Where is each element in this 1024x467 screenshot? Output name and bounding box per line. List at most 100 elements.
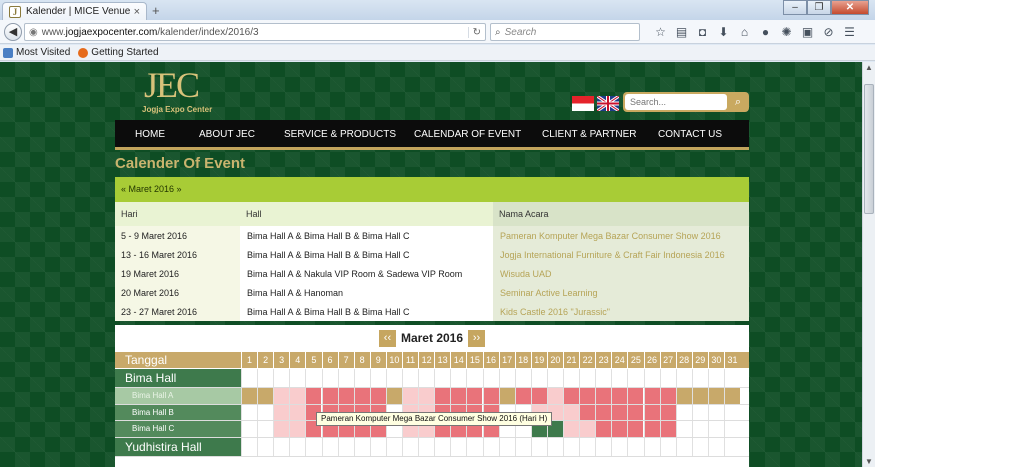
day-cell[interactable] [289, 404, 306, 420]
jec-logo[interactable]: JEC Jogja Expo Center [128, 67, 228, 117]
sync-icon[interactable]: ⊘ [818, 22, 839, 42]
close-tab-icon[interactable]: × [134, 6, 140, 18]
day-cell[interactable] [563, 388, 579, 404]
hall-label[interactable]: Bima Hall B [115, 404, 241, 420]
day-cell[interactable] [659, 404, 676, 420]
day-cell[interactable] [643, 404, 660, 420]
event-link[interactable]: Wisuda UAD [500, 269, 552, 279]
day-cell[interactable] [611, 421, 628, 437]
day-cell[interactable] [273, 421, 290, 437]
nav-contact-us[interactable]: CONTACT US [658, 129, 722, 140]
day-cell[interactable] [353, 388, 370, 404]
day-cell[interactable] [514, 388, 531, 404]
nav-home[interactable]: HOME [135, 129, 165, 140]
scroll-up-icon[interactable]: ▲ [865, 63, 873, 72]
day-cell[interactable] [289, 388, 306, 404]
site-identity-icon[interactable]: ◉ [29, 27, 38, 38]
star-icon[interactable]: ☆ [650, 22, 671, 42]
download-icon[interactable]: ⬇ [713, 22, 734, 42]
day-cell[interactable] [402, 388, 418, 404]
search-icon[interactable]: ⌕ [729, 94, 747, 110]
month-navigation[interactable]: « Maret 2016 » [115, 177, 749, 202]
addon-icon[interactable]: ✺ [776, 22, 797, 42]
day-cell[interactable] [337, 388, 354, 404]
day-cell[interactable] [579, 421, 596, 437]
tab-kalender[interactable]: J Kalender | MICE Venue × [2, 2, 147, 20]
day-cell[interactable] [611, 388, 628, 404]
minimize-button[interactable]: – [783, 0, 807, 15]
day-cell[interactable] [627, 388, 644, 404]
reading-list-icon[interactable]: ▤ [671, 22, 692, 42]
day-cell[interactable] [305, 388, 322, 404]
day-cell[interactable] [659, 421, 676, 437]
day-cell[interactable] [627, 421, 644, 437]
next-month-button[interactable]: ›› [468, 329, 486, 347]
day-cell[interactable] [498, 388, 515, 404]
hall-label[interactable]: Yudhistira Hall [115, 437, 241, 456]
vertical-scrollbar[interactable]: ▲ ▼ [862, 62, 875, 467]
close-window-button[interactable]: ✕ [831, 0, 869, 15]
day-cell[interactable] [530, 388, 547, 404]
day-cell[interactable] [691, 388, 708, 404]
nav-calendar-of-event[interactable]: CALENDAR OF EVENT [414, 129, 521, 140]
day-cell[interactable] [643, 388, 660, 404]
day-cell[interactable] [546, 388, 563, 404]
event-link[interactable]: Seminar Active Learning [500, 288, 598, 298]
day-cell[interactable] [563, 421, 579, 437]
nav-client-partner[interactable]: CLIENT & PARTNER [542, 129, 636, 140]
day-cell[interactable] [273, 404, 290, 420]
new-tab-button[interactable]: + [152, 3, 160, 18]
hall-label[interactable]: Bima Hall [115, 369, 241, 387]
toolbar-icon[interactable]: ▣ [797, 22, 818, 42]
hall-label[interactable]: Bima Hall C [115, 421, 241, 437]
day-cell[interactable] [595, 404, 612, 420]
indonesian-flag-icon[interactable] [572, 96, 594, 111]
day-cell[interactable] [724, 388, 740, 404]
chat-icon[interactable]: ● [755, 22, 776, 42]
home-icon[interactable]: ⌂ [734, 22, 755, 42]
day-cell[interactable] [385, 388, 402, 404]
url-text[interactable]: www.jogjaexpocenter.com/kalender/index/2… [42, 27, 468, 38]
day-cell[interactable] [595, 388, 612, 404]
event-link[interactable]: Jogja International Furniture & Craft Fa… [500, 250, 725, 260]
maximize-button[interactable]: ❐ [807, 0, 831, 15]
menu-icon[interactable]: ☰ [839, 22, 860, 42]
scroll-thumb[interactable] [864, 84, 874, 214]
prev-month-button[interactable]: ‹‹ [378, 329, 396, 347]
day-cell[interactable] [418, 388, 435, 404]
day-cell[interactable] [466, 388, 483, 404]
hall-label[interactable]: Bima Hall A [115, 388, 241, 404]
url-bar[interactable]: ◉ www.jogjaexpocenter.com/kalender/index… [24, 23, 486, 41]
day-cell[interactable] [369, 388, 386, 404]
day-cell[interactable] [450, 388, 467, 404]
day-cell[interactable] [643, 421, 660, 437]
event-link[interactable]: Kids Castle 2016 "Jurassic" [500, 307, 610, 317]
english-flag-icon[interactable] [596, 94, 620, 113]
day-cell[interactable] [434, 388, 451, 404]
bookmark-getting-started[interactable]: Getting Started [78, 47, 159, 58]
day-cell[interactable] [273, 388, 290, 404]
nav-about-jec[interactable]: ABOUT JEC [199, 129, 255, 140]
site-search-input[interactable] [625, 94, 727, 110]
reload-icon[interactable]: ↻ [467, 26, 481, 38]
scroll-down-icon[interactable]: ▼ [865, 457, 873, 466]
day-cell[interactable] [321, 388, 338, 404]
day-cell[interactable] [659, 388, 676, 404]
event-link[interactable]: Pameran Komputer Mega Bazar Consumer Sho… [500, 231, 721, 241]
bookmark-most-visited[interactable]: Most Visited [3, 47, 70, 58]
day-cell[interactable] [627, 404, 644, 420]
day-cell[interactable] [611, 404, 628, 420]
day-cell[interactable] [579, 404, 596, 420]
day-cell[interactable] [675, 388, 692, 404]
day-cell[interactable] [257, 388, 274, 404]
day-cell[interactable] [563, 404, 579, 420]
day-cell[interactable] [289, 421, 306, 437]
pocket-icon[interactable]: ◘ [692, 22, 713, 42]
day-cell[interactable] [241, 388, 257, 404]
day-cell[interactable] [579, 388, 596, 404]
browser-search-input[interactable]: ⌕ Search [490, 23, 640, 41]
back-button[interactable]: ◀ [4, 22, 22, 41]
nav-service-products[interactable]: SERVICE & PRODUCTS [284, 129, 396, 140]
day-cell[interactable] [707, 388, 724, 404]
day-cell[interactable] [482, 388, 499, 404]
